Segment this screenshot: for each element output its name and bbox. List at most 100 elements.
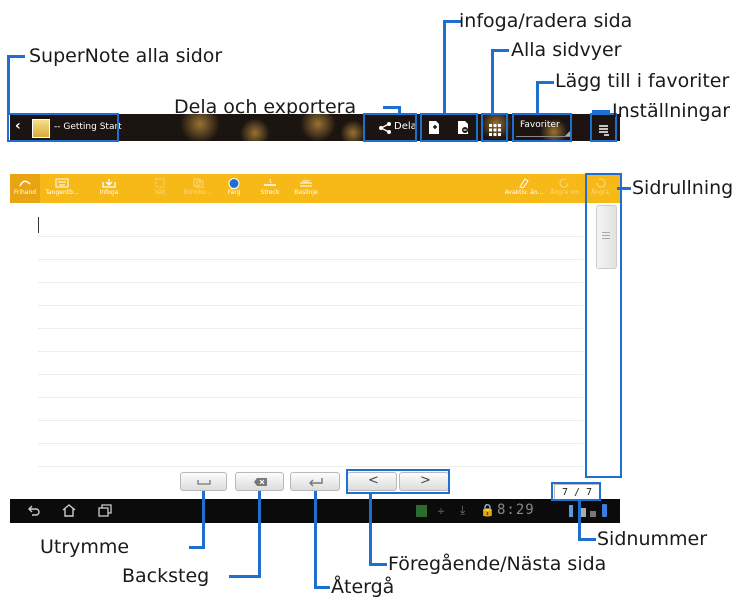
leader-line bbox=[202, 491, 205, 548]
stroke-icon: 1 bbox=[263, 178, 277, 188]
tool-label: Infoga bbox=[99, 189, 119, 196]
enter-icon bbox=[309, 478, 323, 487]
backspace-icon bbox=[254, 478, 267, 486]
ruled-line bbox=[38, 305, 583, 306]
leader-line bbox=[491, 49, 509, 52]
tool-label: Frihand bbox=[13, 189, 37, 196]
leader-line bbox=[229, 575, 261, 578]
leader-line bbox=[536, 81, 554, 84]
callout-box-favorites bbox=[512, 113, 572, 142]
clock: 8:29 bbox=[497, 502, 535, 518]
ruled-line bbox=[38, 443, 583, 444]
tool-baseline[interactable]: abc Baslinje bbox=[290, 174, 322, 203]
ruled-line bbox=[38, 282, 583, 283]
redo-icon bbox=[558, 178, 572, 188]
callout-space: Utrymme bbox=[40, 536, 130, 558]
ruled-line bbox=[38, 420, 583, 421]
tool-label: Tangentb... bbox=[45, 189, 79, 196]
ruled-line bbox=[38, 466, 583, 467]
callout-backspace: Backsteg bbox=[122, 565, 210, 587]
leader-line bbox=[7, 55, 25, 58]
leader-line bbox=[578, 500, 581, 540]
home-icon[interactable] bbox=[62, 504, 76, 517]
tool-label: Välj bbox=[154, 189, 166, 196]
tool-label: Färg bbox=[227, 189, 241, 196]
tool-stroke[interactable]: 1 Streck bbox=[255, 174, 285, 203]
tool-freehand[interactable]: Frihand bbox=[10, 174, 40, 203]
tool-label: Baslinje bbox=[294, 189, 318, 196]
tool-blink[interactable]: Blinkbo... bbox=[180, 174, 215, 203]
leader-line bbox=[536, 81, 539, 115]
battery-icon bbox=[602, 504, 607, 517]
wifi-icon bbox=[569, 505, 573, 517]
tool-bar: Frihand Tangentb... Infoga Välj Blinkbo.… bbox=[10, 174, 620, 203]
tool-label: Blinkbo... bbox=[183, 189, 212, 196]
callout-box-scroll bbox=[585, 173, 622, 478]
leader-line bbox=[369, 493, 372, 565]
pen-icon bbox=[18, 178, 32, 188]
enter-button[interactable] bbox=[290, 472, 340, 491]
tool-deactivate[interactable]: Avaktiv. än... bbox=[504, 174, 544, 203]
callout-supernote: SuperNote alla sidor bbox=[29, 45, 223, 67]
gallery-icon bbox=[416, 505, 427, 517]
note-canvas[interactable] bbox=[10, 203, 620, 495]
leader-line bbox=[592, 110, 610, 113]
tool-label: Streck bbox=[260, 189, 280, 196]
recent-apps-icon[interactable] bbox=[98, 504, 112, 517]
lock-icon: 🔒 bbox=[480, 503, 495, 517]
select-icon bbox=[153, 178, 167, 188]
download-icon: ⤓ bbox=[460, 503, 466, 517]
leader-line bbox=[578, 538, 596, 541]
leader-line bbox=[369, 563, 387, 566]
callout-favorites: Lägg till i favoriter bbox=[555, 70, 730, 92]
back-icon[interactable] bbox=[27, 505, 41, 517]
leader-line bbox=[491, 49, 494, 115]
callout-settings: Inställningar bbox=[612, 100, 731, 122]
callout-prev-next: Föregående/Nästa sida bbox=[388, 553, 607, 575]
leader-line bbox=[314, 491, 317, 588]
copy-icon bbox=[191, 178, 205, 189]
callout-scroll: Sidrullning bbox=[632, 177, 734, 199]
tool-label: Ångra om bbox=[550, 189, 580, 196]
space-icon bbox=[197, 480, 211, 485]
leader-line bbox=[258, 491, 261, 577]
usb-icon: ⧾ bbox=[438, 503, 445, 517]
callout-insert-delete: infoga/radera sida bbox=[459, 10, 633, 32]
ruled-line bbox=[38, 351, 583, 352]
callout-return: Återgå bbox=[331, 576, 395, 598]
eraser-icon bbox=[517, 178, 531, 189]
leader-line bbox=[443, 20, 446, 115]
tool-select[interactable]: Välj bbox=[145, 174, 175, 203]
tool-redo[interactable]: Ångra om bbox=[550, 174, 580, 203]
baseline-icon: abc bbox=[299, 178, 313, 188]
space-button[interactable] bbox=[180, 472, 227, 491]
callout-box-supernote bbox=[7, 113, 119, 142]
ruled-line bbox=[38, 328, 583, 329]
insert-icon bbox=[102, 178, 116, 188]
keyboard-icon bbox=[55, 178, 69, 188]
tool-keyboard[interactable]: Tangentb... bbox=[42, 174, 82, 203]
callout-share-export: Dela och exportera bbox=[174, 96, 357, 118]
ruled-line bbox=[38, 397, 583, 398]
tool-insert[interactable]: Infoga bbox=[94, 174, 124, 203]
tool-color[interactable]: Färg bbox=[220, 174, 248, 203]
leader-line bbox=[314, 586, 330, 589]
callout-box-all-pages bbox=[481, 113, 508, 142]
status-icon bbox=[590, 511, 596, 517]
svg-text:abc: abc bbox=[302, 179, 311, 185]
color-dot-icon bbox=[227, 178, 241, 189]
callout-page-number: Sidnummer bbox=[597, 528, 708, 550]
ruled-line bbox=[38, 259, 583, 260]
svg-text:1: 1 bbox=[269, 179, 272, 185]
leader-line bbox=[7, 55, 10, 115]
backspace-button[interactable] bbox=[235, 472, 284, 491]
text-cursor bbox=[38, 217, 39, 233]
ruled-line bbox=[38, 374, 583, 375]
callout-box-share bbox=[363, 113, 417, 142]
ruled-line bbox=[38, 236, 583, 237]
tool-label: Avaktiv. än... bbox=[504, 189, 544, 196]
leader-line bbox=[189, 546, 205, 549]
callout-box-page-number bbox=[551, 482, 601, 501]
callout-all-pages: Alla sidvyer bbox=[511, 39, 622, 61]
callout-box-insert-delete bbox=[420, 113, 478, 142]
